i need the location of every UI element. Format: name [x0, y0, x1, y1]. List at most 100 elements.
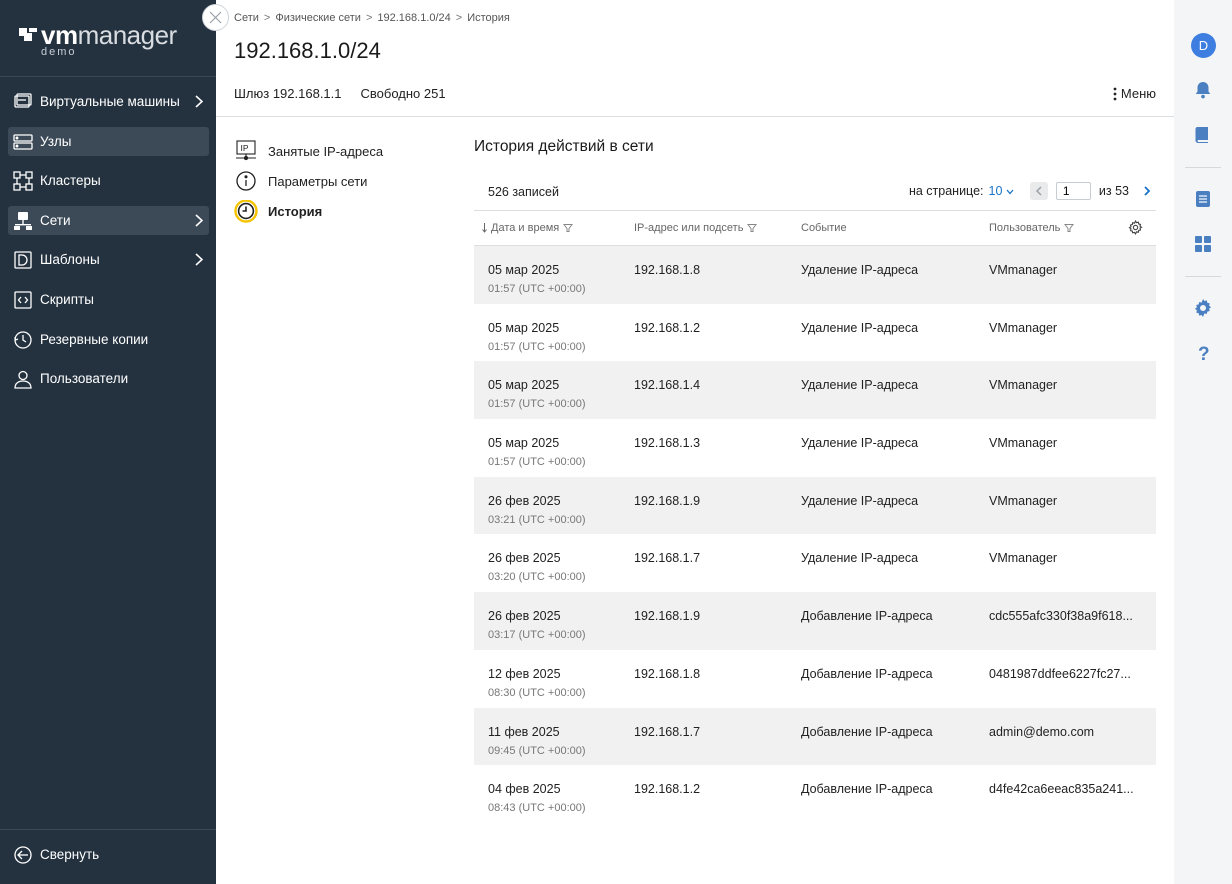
- close-button[interactable]: [202, 4, 229, 31]
- sidebar-item-templates[interactable]: Шаблоны: [8, 245, 209, 274]
- next-page-button[interactable]: [1138, 182, 1156, 200]
- collapse-sidebar-button[interactable]: Свернуть: [8, 840, 208, 869]
- sidebar-item-label: Кластеры: [40, 173, 101, 189]
- row-user: 0481987ddfee6227fc27...: [989, 666, 1131, 681]
- pagination: на странице: 10 из 53: [909, 182, 1156, 200]
- table-row[interactable]: 05 мар 2025 01:57 (UTC +00:00) 192.168.1…: [474, 361, 1156, 420]
- total-pages: из 53: [1098, 184, 1129, 198]
- breadcrumb-subnet[interactable]: 192.168.1.0/24: [377, 12, 450, 24]
- row-event: Удаление IP-адреса: [801, 320, 919, 335]
- network-info-bar: Шлюз 192.168.1.1 Свободно 251: [234, 86, 446, 101]
- table-settings-button[interactable]: [1128, 220, 1143, 235]
- menu-label: Меню: [1120, 86, 1156, 101]
- column-event-header[interactable]: Событие: [801, 222, 847, 234]
- subnav-occupied-ips[interactable]: IP Занятые IP-адреса: [234, 136, 454, 166]
- row-user: VMmanager: [989, 263, 1058, 277]
- sidebar-item-backups[interactable]: Резервные копии: [8, 325, 209, 354]
- network-icon: [14, 211, 32, 230]
- filter-icon[interactable]: [747, 223, 758, 233]
- per-page-select[interactable]: 10: [989, 184, 1014, 198]
- row-ip: 192.168.1.3: [634, 436, 701, 451]
- table-row[interactable]: 12 фев 2025 08:30 (UTC +00:00) 192.168.1…: [474, 650, 1156, 708]
- column-date-header[interactable]: Дата и время: [482, 222, 574, 234]
- row-event: Удаление IP-адреса: [801, 493, 919, 508]
- notes-icon[interactable]: [1193, 189, 1213, 209]
- row-user: VMmanager: [989, 320, 1058, 335]
- subnav-history[interactable]: История: [234, 196, 454, 226]
- svg-text:IP: IP: [241, 143, 249, 153]
- chevron-down-icon: [1006, 189, 1014, 195]
- avatar[interactable]: D: [1191, 33, 1216, 58]
- table-row[interactable]: 26 фев 2025 03:20 (UTC +00:00) 192.168.1…: [474, 534, 1156, 592]
- breadcrumb-physical-networks[interactable]: Физические сети: [275, 12, 361, 24]
- table-row[interactable]: 26 фев 2025 03:17 (UTC +00:00) 192.168.1…: [474, 592, 1156, 650]
- sidebar-item-clusters[interactable]: Кластеры: [8, 166, 209, 195]
- breadcrumb-networks[interactable]: Сети: [234, 12, 259, 24]
- sidebar: vmmanager demo Виртуальные машины Узлы К…: [0, 0, 216, 884]
- chevron-right-icon: [1144, 186, 1151, 196]
- network-subnav: IP Занятые IP-адреса Параметры сети Исто…: [234, 136, 454, 226]
- column-user-header[interactable]: Пользователь: [989, 222, 1075, 234]
- filter-icon[interactable]: [1064, 223, 1075, 233]
- table-row[interactable]: 05 мар 2025 01:57 (UTC +00:00) 192.168.1…: [474, 419, 1156, 477]
- breadcrumb-separator: >: [263, 12, 271, 24]
- subnav-label: История: [268, 203, 323, 219]
- sidebar-item-nodes[interactable]: Узлы: [8, 126, 209, 156]
- table-row[interactable]: 26 фев 2025 03:21 (UTC +00:00) 192.168.1…: [474, 476, 1156, 535]
- row-ip: 192.168.1.8: [634, 263, 701, 277]
- bell-icon[interactable]: [1193, 80, 1213, 100]
- sidebar-item-networks[interactable]: Сети: [8, 205, 209, 235]
- column-date-label: Дата и время: [491, 222, 560, 234]
- row-ip: 192.168.1.9: [634, 493, 701, 508]
- column-ip-label: IP-адрес или подсеть: [634, 222, 744, 234]
- header-divider: [216, 116, 1174, 117]
- sidebar-item-scripts[interactable]: Скрипты: [8, 285, 209, 314]
- dashboard-icon[interactable]: [1193, 234, 1213, 254]
- row-event: Удаление IP-адреса: [801, 378, 919, 393]
- row-event: Добавление IP-адреса: [801, 782, 933, 797]
- row-event: Добавление IP-адреса: [801, 609, 933, 624]
- column-ip-header[interactable]: IP-адрес или подсеть: [634, 222, 758, 234]
- subnav-network-params[interactable]: Параметры сети: [234, 166, 454, 196]
- script-icon: [14, 291, 32, 309]
- sidebar-item-virtual-machines[interactable]: Виртуальные машины: [8, 87, 209, 116]
- chevron-right-icon: [195, 214, 203, 227]
- row-date: 26 фев 2025: [488, 493, 561, 508]
- breadcrumb-separator: >: [365, 12, 373, 24]
- menu-button[interactable]: Меню: [1113, 86, 1156, 101]
- chevron-left-icon: [1035, 186, 1042, 196]
- sort-down-icon: [482, 223, 487, 233]
- table-row[interactable]: 11 фев 2025 09:45 (UTC +00:00) 192.168.1…: [474, 707, 1156, 766]
- row-time: 08:30 (UTC +00:00): [488, 686, 586, 699]
- prev-page-button[interactable]: [1029, 182, 1048, 200]
- settings-gear-icon[interactable]: [1193, 298, 1213, 318]
- row-user: d4fe42ca6eeac835a241...: [989, 782, 1134, 797]
- help-icon[interactable]: ?: [1193, 343, 1213, 363]
- sidebar-item-label: Резервные копии: [40, 331, 149, 347]
- ip-address-icon: IP: [236, 140, 256, 161]
- chevron-right-icon: [195, 253, 203, 266]
- row-user: admin@demo.com: [989, 724, 1095, 739]
- sidebar-item-label: Виртуальные машины: [40, 94, 180, 109]
- row-event: Добавление IP-адреса: [801, 724, 933, 739]
- row-date: 05 мар 2025: [488, 320, 560, 335]
- table-row[interactable]: 05 мар 2025 01:57 (UTC +00:00) 192.168.1…: [474, 304, 1156, 362]
- virtual-machine-icon: [14, 93, 32, 108]
- logo-mark-icon: [19, 28, 39, 42]
- row-event: Удаление IP-адреса: [801, 263, 919, 277]
- vmmanager-logo[interactable]: vmmanager demo: [19, 20, 199, 60]
- filter-icon[interactable]: [563, 223, 574, 233]
- page-number-input[interactable]: [1055, 182, 1091, 200]
- table-row[interactable]: 04 фев 2025 08:43 (UTC +00:00) 192.168.1…: [474, 765, 1156, 823]
- row-user: cdc555afc330f38a9f618...: [989, 609, 1133, 624]
- row-date: 05 мар 2025: [488, 378, 560, 393]
- section-title: История действий в сети: [474, 138, 654, 155]
- table-row[interactable]: 05 мар 2025 01:57 (UTC +00:00) 192.168.1…: [474, 246, 1156, 304]
- row-ip: 192.168.1.2: [634, 782, 701, 797]
- book-icon[interactable]: [1193, 124, 1213, 144]
- svg-text:?: ?: [1198, 344, 1210, 363]
- sidebar-item-users[interactable]: Пользователи: [8, 364, 209, 393]
- row-ip: 192.168.1.7: [634, 724, 701, 739]
- collapse-icon: [14, 846, 32, 864]
- breadcrumb: Сети > Физические сети > 192.168.1.0/24 …: [234, 12, 510, 24]
